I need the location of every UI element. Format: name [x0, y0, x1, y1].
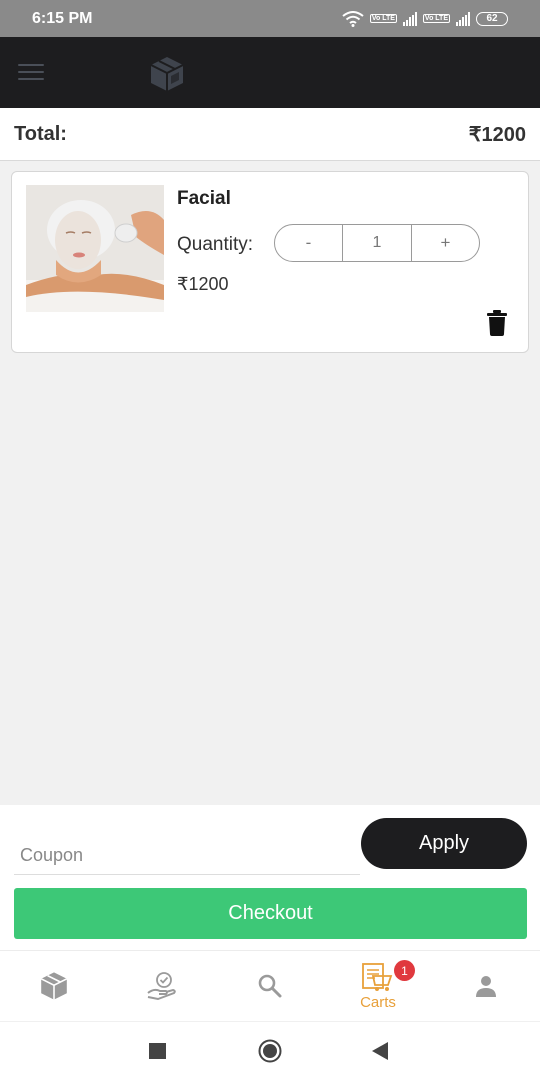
status-bar: 6:15 PM Vo LTE Vo LTE 62: [0, 0, 540, 37]
hamburger-menu-icon[interactable]: [18, 64, 44, 81]
trash-icon[interactable]: [486, 310, 508, 336]
cart-item-card: Facial Quantity: - 1 + ₹1200: [11, 171, 529, 353]
cube-home-icon: [40, 972, 68, 1000]
nav-home[interactable]: [0, 951, 108, 1021]
search-icon: [258, 974, 282, 998]
signal-icon-2: [456, 11, 470, 26]
item-price: ₹1200: [177, 274, 229, 294]
quantity-stepper: - 1 +: [274, 224, 480, 262]
facial-treatment-photo: [26, 185, 164, 312]
hand-check-icon: [147, 972, 176, 1001]
nav-services[interactable]: [108, 951, 216, 1021]
status-icons: Vo LTE Vo LTE 62: [342, 10, 508, 27]
nav-carts[interactable]: Carts 1: [324, 951, 432, 1021]
apply-button[interactable]: Apply: [361, 818, 527, 869]
back-triangle-icon[interactable]: [372, 1042, 388, 1060]
total-label: Total:: [14, 122, 67, 145]
quantity-value[interactable]: 1: [342, 225, 412, 261]
battery-icon: 62: [476, 11, 508, 26]
cart-total-bar: Total: ₹1200: [0, 108, 540, 161]
quantity-label: Quantity:: [177, 234, 254, 255]
volte-badge-2: Vo LTE: [422, 14, 450, 23]
checkout-button[interactable]: Checkout: [14, 888, 527, 939]
nav-profile[interactable]: [432, 951, 540, 1021]
decrement-button[interactable]: -: [275, 225, 342, 261]
cart-count-badge: 1: [394, 960, 415, 981]
bottom-nav: Carts 1: [0, 950, 540, 1021]
user-icon: [476, 976, 496, 997]
cart-icon: [362, 962, 393, 991]
home-circle-icon[interactable]: [258, 1039, 282, 1063]
total-amount: ₹1200: [468, 123, 526, 146]
cube-logo-icon[interactable]: [147, 54, 187, 94]
volte-badge: Vo LTE: [369, 14, 397, 23]
recents-icon[interactable]: [149, 1043, 166, 1059]
increment-button[interactable]: +: [412, 225, 479, 261]
item-name: Facial: [177, 188, 231, 209]
system-nav-bar: [0, 1021, 540, 1080]
coupon-section: Apply Checkout: [0, 805, 540, 950]
wifi-icon: [342, 10, 364, 27]
signal-icon: [402, 11, 417, 26]
coupon-input[interactable]: [14, 823, 360, 875]
nav-search[interactable]: [216, 951, 324, 1021]
app-header: [0, 37, 540, 108]
status-time: 6:15 PM: [32, 9, 93, 27]
nav-carts-label: Carts: [360, 993, 396, 1011]
